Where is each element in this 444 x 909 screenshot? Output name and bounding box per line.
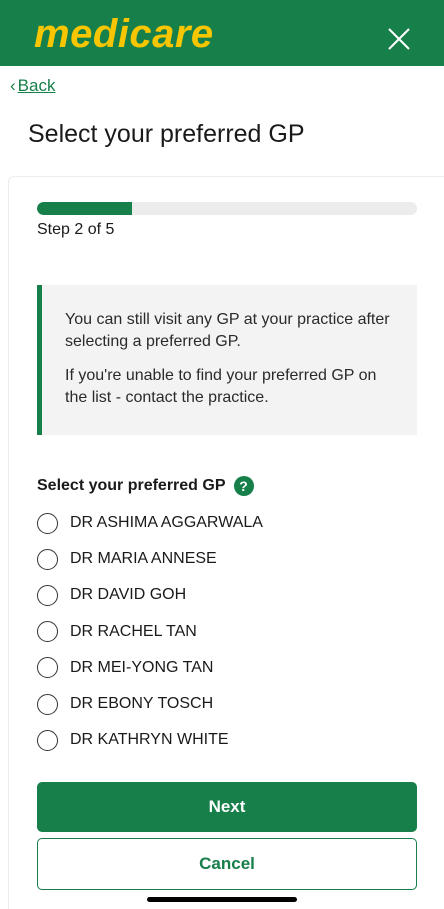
- gp-option-label: DR ASHIMA AGGARWALA: [70, 514, 263, 532]
- gp-option[interactable]: DR DAVID GOH: [37, 577, 263, 613]
- gp-option-label: DR DAVID GOH: [70, 586, 187, 604]
- close-button[interactable]: [380, 20, 418, 58]
- home-indicator[interactable]: [147, 897, 297, 902]
- back-link[interactable]: ‹ Back: [10, 76, 55, 96]
- page-title: Select your preferred GP: [28, 120, 305, 148]
- radio-button[interactable]: [37, 512, 58, 534]
- close-icon: [388, 28, 410, 50]
- radio-button[interactable]: [37, 693, 58, 715]
- app-header: medicare: [0, 0, 444, 66]
- gp-question-label: Select your preferred GP ?: [37, 476, 254, 496]
- info-callout: You can still visit any GP at your pract…: [37, 285, 417, 435]
- gp-option[interactable]: DR MEI-YONG TAN: [37, 650, 263, 686]
- radio-button[interactable]: [37, 657, 58, 679]
- info-text-1: You can still visit any GP at your pract…: [65, 311, 390, 350]
- gp-option-label: DR MARIA ANNESE: [70, 550, 217, 568]
- back-label: Back: [17, 76, 56, 95]
- gp-option[interactable]: DR MARIA ANNESE: [37, 541, 263, 577]
- cancel-button[interactable]: Cancel: [37, 838, 417, 890]
- gp-option-label: DR KATHRYN WHITE: [70, 731, 229, 749]
- next-button[interactable]: Next: [37, 782, 417, 832]
- medicare-logo: medicare: [34, 12, 214, 56]
- step-indicator: Step 2 of 5: [37, 221, 115, 238]
- gp-option-label: DR EBONY TOSCH: [70, 695, 214, 713]
- gp-option[interactable]: DR KATHRYN WHITE: [37, 722, 263, 758]
- progress-fill: [37, 202, 132, 215]
- chevron-left-icon: ‹: [10, 76, 16, 95]
- gp-option[interactable]: DR ASHIMA AGGARWALA: [37, 505, 263, 541]
- radio-button[interactable]: [37, 621, 58, 643]
- help-icon[interactable]: ?: [233, 476, 254, 496]
- radio-button[interactable]: [37, 584, 58, 606]
- progress-bar: [37, 202, 417, 215]
- info-text-2: If you're unable to find your preferred …: [65, 367, 377, 406]
- radio-button[interactable]: [37, 729, 58, 751]
- gp-option[interactable]: DR RACHEL TAN: [37, 614, 263, 650]
- gp-option-label: DR MEI-YONG TAN: [70, 658, 214, 676]
- gp-option[interactable]: DR EBONY TOSCH: [37, 686, 263, 722]
- radio-button[interactable]: [37, 548, 58, 570]
- gp-option-label: DR RACHEL TAN: [70, 622, 197, 640]
- gp-radio-group: DR ASHIMA AGGARWALA DR MARIA ANNESE DR D…: [37, 505, 263, 758]
- question-text: Select your preferred GP: [37, 477, 226, 494]
